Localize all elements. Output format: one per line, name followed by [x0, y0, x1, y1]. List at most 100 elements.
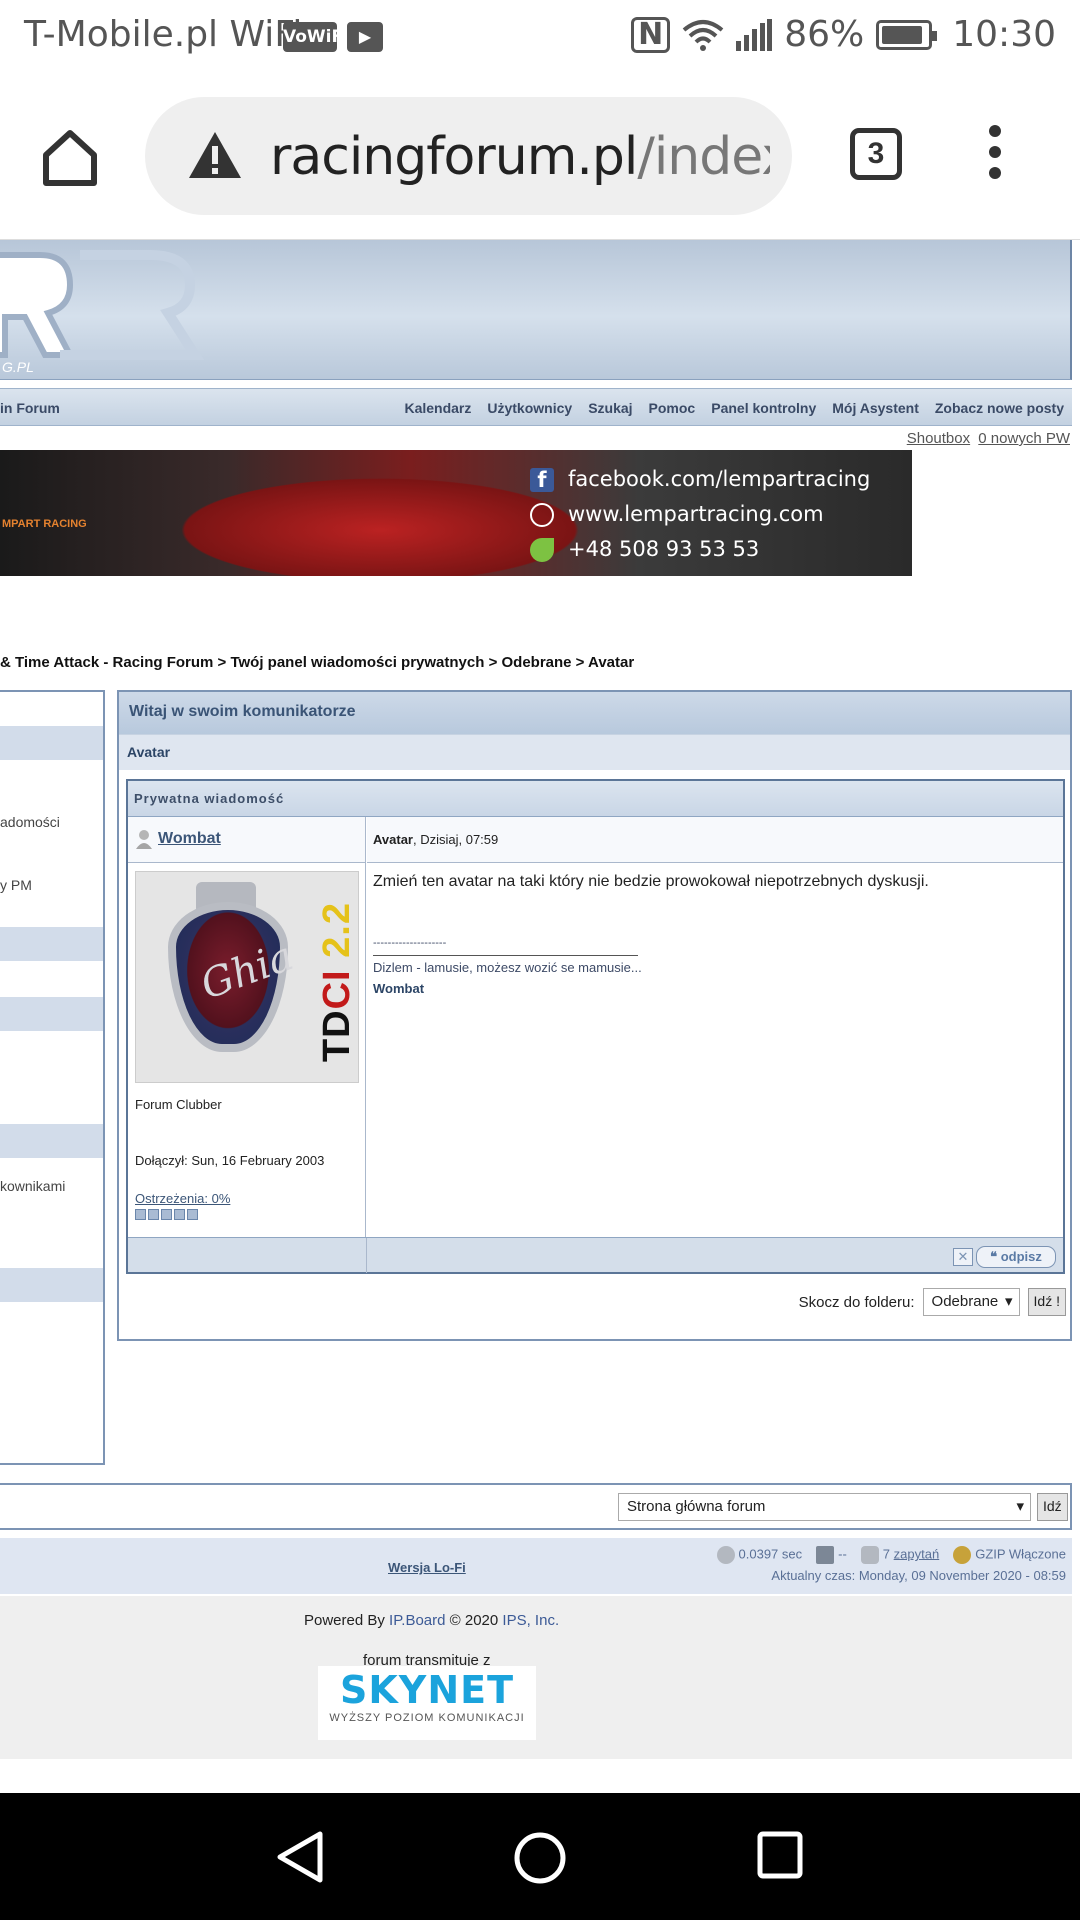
browser-toolbar: racingforum.pl/index.pl 3 — [0, 75, 1080, 240]
author-column: Wombat Ghia TDCI 2.2 Forum Clubber Dołąc… — [128, 817, 366, 1237]
breadcrumb[interactable]: & Time Attack - Racing Forum > Twój pane… — [0, 654, 634, 671]
nav-members[interactable]: Użytkownicy — [487, 400, 572, 416]
delete-icon[interactable]: ✕ — [953, 1248, 973, 1266]
author-rank: Forum Clubber — [135, 1097, 222, 1112]
message-subject: Avatar — [119, 734, 1070, 770]
exec-time: 0.0397 sec — [738, 1546, 803, 1562]
nav-control-panel[interactable]: Panel kontrolny — [711, 400, 816, 416]
nav-help[interactable]: Pomoc — [649, 400, 696, 416]
forum-navbar: in Forum Kalendarz Użytkownicy Szukaj Po… — [0, 388, 1072, 426]
current-time: Aktualny czas: Monday, 09 November 2020 … — [771, 1568, 1066, 1583]
nfc-icon: N — [631, 16, 671, 53]
pm-footer: ✕ ❝ odpisz — [128, 1237, 1063, 1273]
warnings-link[interactable]: Ostrzeżenia: 0% — [135, 1191, 230, 1206]
tab-switcher-button[interactable]: 3 — [850, 128, 902, 180]
signal-icon — [736, 18, 773, 51]
back-icon[interactable] — [275, 1831, 325, 1883]
author-joined: Dołączył: Sun, 16 February 2003 — [135, 1153, 325, 1168]
avatar-tdci-text: TDCI 2.2 — [316, 902, 358, 1063]
nav-new-posts[interactable]: Zobacz nowe posty — [935, 400, 1064, 416]
signature-text: Dizlem - lamusie, możesz wozić se mamusi… — [373, 960, 642, 975]
ad-facebook: facebook.com/lempartracing — [568, 467, 871, 491]
reply-button[interactable]: ❝ odpisz — [976, 1246, 1056, 1268]
folder-select[interactable]: Odebrane — [922, 1288, 1020, 1316]
sidebar-item-messages[interactable]: adomości — [0, 814, 60, 830]
signature: -------------------- Dizlem - lamusie, m… — [373, 937, 642, 996]
url-path: /index.pl — [637, 127, 770, 187]
nav-calendar[interactable]: Kalendarz — [404, 400, 471, 416]
ad-phone: +48 508 93 53 53 — [568, 537, 760, 561]
system-nav-bar — [0, 1793, 1080, 1920]
url-text[interactable]: racingforum.pl/index.pl — [270, 127, 770, 187]
sidebar-band — [0, 1268, 103, 1302]
ad-banner[interactable]: MPART RACING f facebook.com/lempartracing… — [0, 450, 912, 576]
phone-icon — [530, 537, 554, 562]
message-body: Zmień ten avatar na taki który nie bedzi… — [373, 873, 929, 890]
message-title: Avatar — [373, 832, 413, 847]
pm-sidebar: adomości y PM kownikami — [0, 690, 105, 1465]
home-nav-icon[interactable] — [513, 1831, 567, 1885]
author-name-link[interactable]: Wombat — [158, 830, 221, 848]
powered-by: Powered By — [304, 1612, 385, 1629]
message-column: Avatar, Dzisiaj, 07:59 Zmień ten avatar … — [367, 817, 1063, 1237]
footer: Powered By IP.Board © 2020 IPS, Inc. for… — [0, 1596, 1072, 1759]
database-icon — [860, 1546, 879, 1564]
private-message: Prywatna wiadomość Wombat Ghia TDCI 2.2 … — [126, 779, 1065, 1274]
sidebar-band — [0, 1124, 103, 1158]
lofi-link[interactable]: Wersja Lo-Fi — [388, 1560, 466, 1575]
stats-bar: Wersja Lo-Fi 0.0397 sec -- 7 zapytań GZI… — [0, 1538, 1072, 1594]
overflow-menu-icon[interactable] — [980, 125, 1010, 185]
sidebar-item-pm[interactable]: y PM — [0, 877, 32, 893]
forum-jump-bar: Strona główna forum Idź — [0, 1483, 1072, 1530]
signature-name: Wombat — [373, 981, 425, 996]
user-subbar: Shoutbox 0 nowych PW — [903, 430, 1070, 447]
user-offline-icon — [136, 830, 152, 849]
ipboard-link[interactable]: IP.Board — [389, 1612, 445, 1629]
facebook-icon: f — [530, 467, 554, 492]
warning-icon[interactable] — [187, 130, 243, 180]
server-icon — [816, 1546, 835, 1564]
query-count: 7 — [882, 1546, 891, 1562]
ad-brand: MPART RACING — [2, 518, 87, 530]
queries-link[interactable]: zapytań — [894, 1546, 940, 1561]
url-host: racingforum.pl — [270, 127, 638, 187]
gzip-status: GZIP Włączone — [975, 1546, 1066, 1562]
wifi-icon — [682, 19, 724, 51]
racingforum-logo: G.PL — [0, 250, 205, 375]
globe-icon — [530, 502, 554, 527]
nav-search[interactable]: Szukaj — [588, 400, 632, 416]
message-date: , Dzisiaj, 07:59 — [412, 832, 499, 847]
folder-go-button[interactable]: Idź ! — [1027, 1288, 1066, 1316]
nav-assistant[interactable]: Mój Asystent — [832, 400, 919, 416]
battery-percent: 86% — [784, 14, 865, 55]
sidebar-item-contacts[interactable]: kownikami — [0, 1178, 65, 1194]
panel-title: Witaj w swoim komunikatorze — [119, 692, 1070, 734]
new-pm-link[interactable]: 0 nowych PW — [978, 430, 1070, 447]
svg-text:G.PL: G.PL — [2, 359, 34, 375]
copyright: © 2020 — [449, 1612, 499, 1629]
nav-forum-link[interactable]: in Forum — [0, 400, 60, 416]
folder-jump-label: Skocz do folderu: — [798, 1293, 915, 1311]
ad-website: www.lempartracing.com — [568, 502, 824, 526]
forum-jump-go-button[interactable]: Idź — [1037, 1493, 1068, 1521]
gzip-icon — [953, 1546, 972, 1564]
recents-icon[interactable] — [757, 1831, 803, 1879]
clock: 10:30 — [952, 14, 1056, 55]
shoutbox-link[interactable]: Shoutbox — [907, 430, 970, 447]
pm-header: Prywatna wiadomość — [128, 781, 1063, 817]
youtube-icon: ▶ — [347, 22, 383, 52]
sidebar-band — [0, 927, 103, 961]
carrier-label: T-Mobile.pl WiFi — [24, 14, 303, 55]
forum-jump-select[interactable]: Strona główna forum — [618, 1493, 1031, 1521]
forum-logo-banner[interactable]: G.PL — [0, 240, 1072, 380]
forum-page: G.PL in Forum Kalendarz Użytkownicy Szuk… — [0, 240, 1080, 1793]
stats-dash: -- — [838, 1546, 847, 1562]
skynet-logo[interactable]: SKYNET WYŻSZY POZIOM KOMUNIKACJI — [318, 1666, 536, 1740]
author-avatar: Ghia TDCI 2.2 — [135, 871, 359, 1083]
folder-jump: Skocz do folderu: Odebrane Idź ! — [799, 1288, 1066, 1316]
ips-link[interactable]: IPS, Inc. — [502, 1612, 559, 1629]
warning-level-pips — [135, 1209, 198, 1220]
address-bar[interactable]: racingforum.pl/index.pl — [145, 97, 792, 215]
sidebar-band — [0, 726, 103, 760]
home-icon[interactable] — [40, 127, 100, 187]
